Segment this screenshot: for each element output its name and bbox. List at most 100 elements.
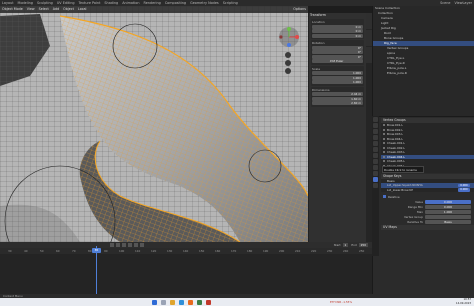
zoom-icon[interactable] <box>285 52 291 58</box>
play-icon[interactable] <box>128 243 132 247</box>
jump-start-icon[interactable] <box>110 243 114 247</box>
ticker-widget[interactable]: ETH INR -1.55% <box>330 298 352 306</box>
frame-tick: 90 <box>104 249 108 253</box>
transform-orientation[interactable]: Local <box>76 6 89 13</box>
options-menu[interactable]: Options <box>291 6 308 13</box>
file-explorer-icon[interactable] <box>170 299 175 305</box>
system-clock[interactable]: 10:57 14-09-2023 <box>456 298 471 306</box>
relative-checkbox[interactable] <box>383 195 386 198</box>
frame-tick: 70 <box>72 249 76 253</box>
search-icon[interactable] <box>161 299 166 305</box>
value-slider[interactable]: 0.000 <box>425 199 471 204</box>
scale-z-field[interactable]: 1.000 <box>312 80 363 84</box>
os-taskbar: ETH INR -1.55% 10:57 14-09-2023 <box>0 298 474 306</box>
frame-tick: 130 <box>167 249 173 253</box>
scale-label: Scale <box>312 66 321 71</box>
location-x-field[interactable]: 0 m <box>312 24 363 29</box>
frame-tick: 180 <box>247 249 253 253</box>
shape-key-item[interactable]: Lid_lower.Brow.UP 0.000 <box>381 188 474 193</box>
scale-x-field[interactable]: 1.000 <box>312 71 363 75</box>
dimensions-x-field[interactable]: 2.44 m <box>312 92 363 96</box>
render-tab-icon[interactable] <box>373 123 378 128</box>
shape-key-value[interactable]: 0.000 <box>458 188 470 192</box>
tool-tab-icon[interactable] <box>373 117 378 122</box>
scale-section: Scale 1.000 1.000 1.000 <box>311 65 364 86</box>
start-label: Start <box>333 243 341 247</box>
rotation-mode-select[interactable]: XYZ Euler <box>312 59 363 63</box>
shape-keys-list: Basis Lid_Upper.Squint.NOSHA 0.000 Lid_lo… <box>381 178 474 193</box>
world-tab-icon[interactable] <box>373 147 378 152</box>
transform-panel-title[interactable]: Transform <box>309 13 366 18</box>
tooltip: Double Click to rename <box>382 166 424 173</box>
range-min-field[interactable]: 0.000 <box>425 204 471 209</box>
frame-tick: 160 <box>215 249 221 253</box>
app-icon[interactable] <box>206 299 211 305</box>
range-min-label: Range Min <box>407 204 423 209</box>
navigation-gizmo[interactable] <box>278 26 300 48</box>
jump-end-icon[interactable] <box>140 243 144 247</box>
dimensions-z-field[interactable]: 2.60 m <box>312 101 363 105</box>
object-menu[interactable]: Object <box>61 6 76 13</box>
frame-tick: 220 <box>311 249 317 253</box>
add-menu[interactable]: Add <box>51 6 61 13</box>
rotation-y-field[interactable]: 0° <box>312 50 363 54</box>
vertex-group-row: Vertex Group <box>381 214 474 219</box>
max-field[interactable]: 1.000 <box>425 209 471 214</box>
physics-tab-icon[interactable] <box>373 171 378 176</box>
edge-browser-icon[interactable] <box>179 299 184 305</box>
location-y-field[interactable]: 0 m <box>312 29 363 33</box>
windows-start-icon[interactable] <box>152 299 157 305</box>
location-z-field[interactable]: 0 m <box>312 33 363 38</box>
blender-icon[interactable] <box>188 299 193 305</box>
frame-tick: 190 <box>263 249 269 253</box>
vertex-group-icon <box>383 146 385 149</box>
properties-tabs <box>372 116 379 256</box>
frame-tick: 60 <box>56 249 60 253</box>
3d-viewport[interactable] <box>0 6 308 242</box>
vertex-group-icon <box>383 160 385 163</box>
end-frame-field[interactable]: 250 <box>358 243 368 247</box>
range-min-row: Range Min 0.000 <box>381 204 474 209</box>
max-label: Max <box>417 209 423 214</box>
rotation-section: Rotation 0° 0° 0° XYZ Euler <box>311 40 364 65</box>
clock-date: 14-09-2023 <box>455 302 471 305</box>
modifier-tab-icon[interactable] <box>373 159 378 164</box>
rotation-x-field[interactable]: 0° <box>312 45 363 50</box>
scene-tab-icon[interactable] <box>373 141 378 146</box>
rotation-label: Rotation <box>312 41 325 45</box>
start-frame-field[interactable]: 1 <box>342 243 349 247</box>
app-icon[interactable] <box>197 299 202 305</box>
frame-tick: 200 <box>279 249 285 253</box>
mode-selector[interactable]: Object Mode <box>0 6 25 13</box>
scale-y-field[interactable]: 1.000 <box>312 75 363 80</box>
uv-maps-header[interactable]: UV Maps <box>381 225 474 230</box>
next-keyframe-icon[interactable] <box>134 243 138 247</box>
taskbar-apps <box>150 298 213 306</box>
mesh-render <box>0 6 308 242</box>
vertex-group-field[interactable] <box>425 214 471 219</box>
current-frame-indicator[interactable]: 85 <box>92 248 101 253</box>
particles-tab-icon[interactable] <box>373 165 378 170</box>
shape-key-value[interactable]: 0.000 <box>458 183 470 187</box>
play-reverse-icon[interactable] <box>122 243 126 247</box>
outliner-row[interactable]: Elbow_pole.R <box>373 71 474 76</box>
vertex-group-icon <box>383 128 385 131</box>
camera-view-icon[interactable] <box>285 68 291 74</box>
output-tab-icon[interactable] <box>373 129 378 134</box>
pan-icon[interactable] <box>285 60 291 66</box>
prev-keyframe-icon[interactable] <box>116 243 120 247</box>
view-layer-tab-icon[interactable] <box>373 135 378 140</box>
data-tab-icon[interactable] <box>373 177 378 182</box>
select-menu[interactable]: Select <box>37 6 51 13</box>
playhead[interactable] <box>96 246 97 294</box>
frame-tick: 210 <box>295 249 301 253</box>
viewport-header: Object Mode View Select Add Object Local… <box>0 6 308 13</box>
rotation-z-field[interactable]: 0° <box>312 54 363 59</box>
dimensions-y-field[interactable]: 1.60 m <box>312 96 363 101</box>
view-menu[interactable]: View <box>25 6 37 13</box>
material-tab-icon[interactable] <box>373 183 378 188</box>
playback-controls <box>110 243 144 247</box>
object-tab-icon[interactable] <box>373 153 378 158</box>
location-label: Location <box>312 20 325 24</box>
relative-to-field[interactable]: Basis <box>425 219 471 224</box>
